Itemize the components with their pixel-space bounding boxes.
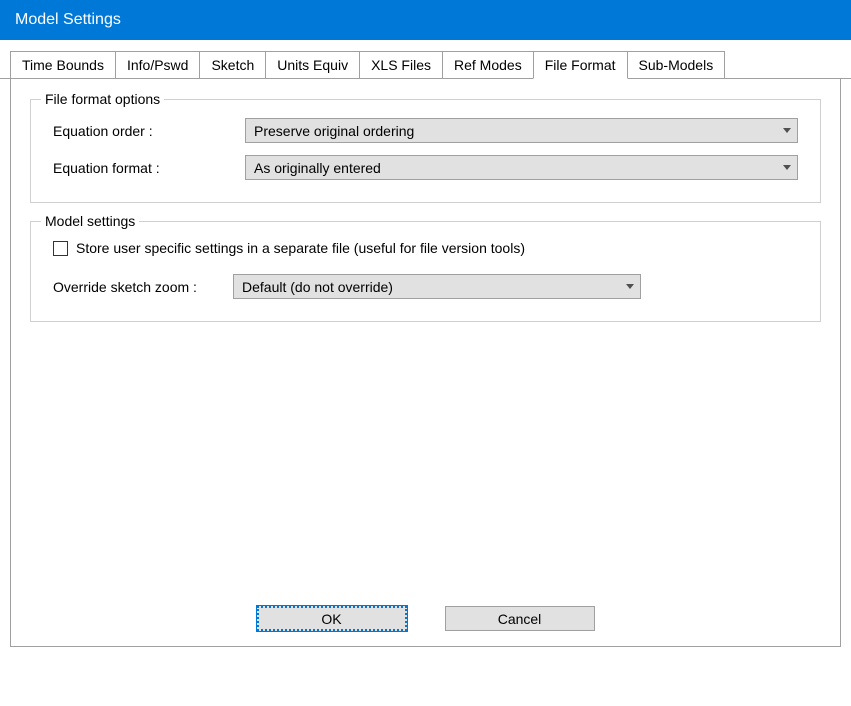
tab-info-pswd[interactable]: Info/Pswd — [115, 51, 200, 78]
window-title: Model Settings — [15, 11, 121, 28]
fieldset-file-format-options: File format options Equation order : Pre… — [30, 99, 821, 203]
checkbox-store-settings[interactable] — [53, 241, 68, 256]
dropdown-equation-order[interactable]: Preserve original ordering — [245, 118, 798, 143]
label-equation-order: Equation order : — [53, 123, 245, 139]
button-row: OK Cancel — [11, 606, 840, 631]
label-override-zoom: Override sketch zoom : — [53, 279, 233, 295]
cancel-button[interactable]: Cancel — [445, 606, 595, 631]
tab-sketch[interactable]: Sketch — [199, 51, 266, 78]
tab-xls-files[interactable]: XLS Files — [359, 51, 443, 78]
tab-units-equiv[interactable]: Units Equiv — [265, 51, 360, 78]
row-equation-order: Equation order : Preserve original order… — [53, 118, 798, 143]
dropdown-equation-order-text: Preserve original ordering — [254, 123, 414, 139]
row-equation-format: Equation format : As originally entered — [53, 155, 798, 180]
label-store-settings[interactable]: Store user specific settings in a separa… — [76, 240, 525, 256]
tab-ref-modes[interactable]: Ref Modes — [442, 51, 534, 78]
row-store-settings: Store user specific settings in a separa… — [53, 240, 798, 256]
window-title-bar: Model Settings — [0, 0, 851, 40]
row-override-zoom: Override sketch zoom : Default (do not o… — [53, 274, 798, 299]
dropdown-override-zoom-text: Default (do not override) — [242, 279, 393, 295]
ok-button[interactable]: OK — [257, 606, 407, 631]
tab-sub-models[interactable]: Sub-Models — [627, 51, 726, 78]
label-equation-format: Equation format : — [53, 160, 245, 176]
dropdown-override-zoom[interactable]: Default (do not override) — [233, 274, 641, 299]
tab-time-bounds[interactable]: Time Bounds — [10, 51, 116, 78]
tabs-container: Time Bounds Info/Pswd Sketch Units Equiv… — [0, 51, 851, 79]
content-area: File format options Equation order : Pre… — [10, 79, 841, 647]
dropdown-equation-format[interactable]: As originally entered — [245, 155, 798, 180]
dropdown-equation-format-text: As originally entered — [254, 160, 381, 176]
chevron-down-icon — [783, 165, 791, 170]
fieldset-model-settings: Model settings Store user specific setti… — [30, 221, 821, 322]
chevron-down-icon — [783, 128, 791, 133]
legend-model-settings: Model settings — [41, 213, 139, 229]
chevron-down-icon — [626, 284, 634, 289]
tab-file-format[interactable]: File Format — [533, 51, 628, 79]
legend-file-format: File format options — [41, 91, 164, 107]
